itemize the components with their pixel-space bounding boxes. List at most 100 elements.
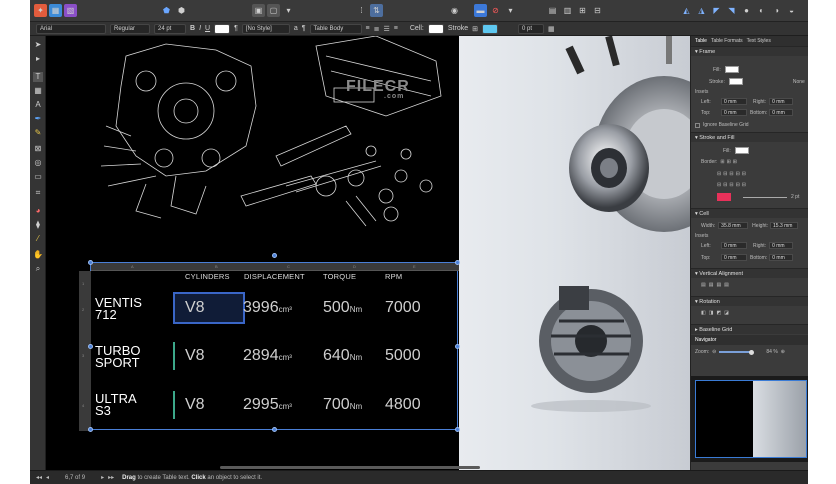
bold-button[interactable]: B [190,25,195,32]
section-vertical-alignment[interactable]: ▾ Vertical Alignment [691,268,808,278]
eye-icon[interactable]: ◉ [448,4,461,17]
border-width-slider[interactable] [743,196,787,198]
align-right-icon[interactable]: ☰ [383,25,389,33]
right-inset-field[interactable]: 0 mm [769,98,794,105]
flip-vertical-icon[interactable]: ◮ [695,4,708,17]
last-page-icon[interactable]: ▸▸ [108,474,114,481]
resize-handle[interactable] [455,427,460,432]
bottom-inset-field[interactable]: 0 mm [769,109,794,116]
resize-handle[interactable] [272,427,277,432]
navigator-viewport[interactable] [695,380,807,458]
col-letter-a[interactable]: A [131,264,134,269]
col-letter-e[interactable]: E [413,264,416,269]
border-width-value[interactable]: 2 pt [791,194,799,200]
font-family-select[interactable]: Arial [36,23,106,34]
view-mode-icon[interactable]: ▣ [252,4,265,17]
flip-horizontal-icon[interactable]: ◭ [680,4,693,17]
tab-table-formats[interactable]: Table Formats [711,38,743,44]
table-options-icon[interactable]: ▦ [548,25,555,33]
snap-options-icon[interactable]: ⇅ [370,4,383,17]
header-rpm[interactable]: RPM [385,272,402,281]
row-2-torque[interactable]: 640Nm [323,347,362,365]
boolean-subtract-icon[interactable]: ◐ [755,4,768,17]
resize-handle[interactable] [272,253,277,258]
boolean-add-icon[interactable]: ● [740,4,753,17]
snapping-icon[interactable]: ⁞ [355,4,368,17]
checkbox-icon[interactable] [695,122,700,128]
section-rotation[interactable]: ▾ Rotation [691,296,808,306]
pixel-persona-icon[interactable]: ▦ [49,4,62,17]
paragraph-style-select[interactable]: Table Body [309,23,362,34]
row-1-cylinders[interactable]: V8 [185,299,205,317]
tab-text-styles[interactable]: Text Styles [747,38,771,44]
zoom-value[interactable]: 84 % [766,349,777,355]
row-2-displacement[interactable]: 2894cm³ [243,347,292,365]
justify-icon[interactable]: ≡ [394,25,398,32]
header-cylinders[interactable]: CYLINDERS [185,272,230,281]
move-tool-icon[interactable]: ➤ [33,40,43,50]
row-3-torque[interactable]: 700Nm [323,396,362,414]
zoom-slider[interactable] [719,351,752,353]
page-indicator[interactable]: 6,7 of 9 [65,475,85,481]
align-left-icon[interactable]: ≡ [366,25,370,32]
col-letter-d[interactable]: D [353,264,356,269]
node-tool-icon[interactable]: ▸ [33,54,43,64]
first-page-icon[interactable]: ◂◂ [36,474,42,481]
grid-border-icon[interactable]: ⊞ [472,25,478,33]
row-2-rpm[interactable]: 5000 [385,347,421,365]
row-2-name[interactable]: TURBO SPORT [95,344,141,369]
row-number-4[interactable]: 4 [82,403,84,408]
character-style-select[interactable]: [No Style] [241,23,290,34]
preview-mode-icon[interactable]: ▢ [267,4,280,17]
hand-tool-icon[interactable]: ✋ [33,250,43,260]
cell-width-field[interactable]: 35.8 mm [718,222,749,229]
stroke-color-swatch[interactable] [481,23,498,34]
preferences-icon[interactable]: ⬢ [175,4,188,17]
border-options-row-2[interactable]: ⊟⊟⊟⊟⊟ [717,182,748,188]
cell-height-field[interactable]: 15.3 mm [770,222,799,229]
row-1-displacement[interactable]: 3996cm³ [243,299,292,317]
row-3-cylinders[interactable]: V8 [185,396,205,414]
row-2-cylinders[interactable]: V8 [185,347,205,365]
link-icon[interactable]: ⊘ [489,4,502,17]
chevron-down-icon[interactable]: ▾ [282,4,295,17]
font-size-field[interactable]: 24 pt [154,23,186,34]
header-torque[interactable]: TORQUE [323,272,356,281]
cell-bottom-inset-field[interactable]: 0 mm [769,254,794,261]
pen-tool-icon[interactable]: ✒ [33,114,43,124]
crop-tool-icon[interactable]: ⌗ [33,188,43,198]
section-frame[interactable]: ▾ Frame [691,46,808,56]
header-displacement[interactable]: DISPLACEMENT [244,272,305,281]
table-frame[interactable]: A B C D E 1 2 3 4 CYLINDERS DISPLACEMENT… [79,253,460,432]
fill-swatch-2[interactable] [734,147,749,154]
row-1-rpm[interactable]: 7000 [385,299,421,317]
selected-cell[interactable] [173,292,245,324]
zoom-tool-icon[interactable]: ⌕ [33,264,43,274]
arrange-back-icon[interactable]: ▤ [546,4,559,17]
row-1-name[interactable]: VENTIS 712 [95,296,142,321]
chevron-down-icon[interactable]: ▾ [504,4,517,17]
row-number-2[interactable]: 2 [82,307,84,312]
stroke-swatch[interactable] [728,78,743,85]
color-picker-tool-icon[interactable]: ◕ [33,206,43,216]
frame-text-tool-icon[interactable]: T [33,72,43,82]
zoom-in-icon[interactable]: ⊕ [781,349,785,355]
border-options-row-1[interactable]: ⊟⊟⊟⊟⊟ [717,171,748,177]
tab-navigator[interactable]: Navigator [695,337,716,343]
horizontal-scrollbar[interactable] [220,466,480,469]
resize-handle[interactable] [455,260,460,265]
document-setup-icon[interactable]: ⬟ [160,4,173,17]
resize-handle[interactable] [88,427,93,432]
cell-right-inset-field[interactable]: 0 mm [769,242,794,249]
left-inset-field[interactable]: 0 mm [721,98,747,105]
designer-persona-icon[interactable]: ✦ [34,4,47,17]
rotate-left-icon[interactable]: ◤ [710,4,723,17]
underline-button[interactable]: U [205,25,210,32]
distribute-icon[interactable]: ⊟ [591,4,604,17]
export-persona-icon[interactable]: ▧ [64,4,77,17]
row-3-displacement[interactable]: 2995cm³ [243,396,292,414]
rotation-buttons[interactable]: ◧◨◩◪ [701,310,732,316]
transparency-tool-icon[interactable]: ⁄ [33,234,43,244]
ignore-baseline-row[interactable]: Ignore Baseline Grid [695,122,749,128]
picture-frame-tool-icon[interactable]: ⊠ [33,144,43,154]
